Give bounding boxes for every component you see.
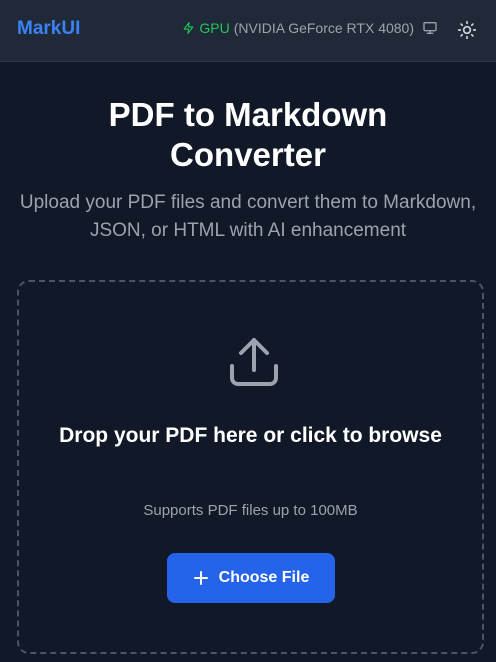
top-bar: MarkUI GPU (NVIDIA GeForce RTX 4080): [0, 0, 496, 62]
dropzone-title: Drop your PDF here or click to browse: [59, 424, 442, 447]
choose-file-button[interactable]: Choose File: [167, 553, 335, 603]
plus-icon: [193, 571, 208, 585]
bolt-icon: [184, 22, 194, 34]
file-dropzone[interactable]: Drop your PDF here or click to browse Su…: [17, 280, 484, 654]
sun-icon[interactable]: [457, 20, 477, 40]
page-title: PDF to Markdown Converter: [108, 96, 388, 173]
upload-icon: [230, 338, 278, 386]
gpu-status: GPU (NVIDIA GeForce RTX 4080): [182, 20, 438, 36]
brand-logo[interactable]: MarkUI: [17, 18, 80, 40]
dropzone-subtitle: Supports PDF files up to 100MB: [143, 502, 358, 519]
monitor-icon[interactable]: [422, 20, 438, 36]
gpu-name: (NVIDIA GeForce RTX 4080): [233, 20, 414, 36]
main-content: PDF to Markdown Converter Upload your PD…: [0, 63, 496, 245]
gpu-label: GPU: [199, 20, 230, 36]
choose-file-label: Choose File: [218, 569, 310, 586]
page-subtitle: Upload your PDF files and convert them t…: [19, 192, 477, 241]
